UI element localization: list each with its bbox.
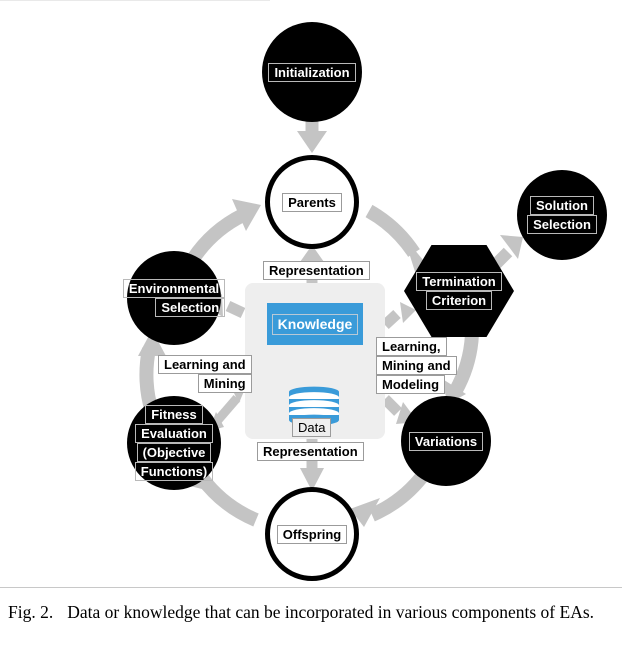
parents-label: Parents [282,192,342,212]
solution-selection-line-1: Solution [529,196,594,215]
label-learning-mining-modeling: Learning, Mining and Modeling [376,337,457,394]
learning-mining-modeling-line-3: Modeling [376,375,446,394]
node-offspring[interactable]: Offspring [265,487,359,581]
caption-label: Fig. 2. [8,602,54,622]
node-environmental-selection[interactable]: Environmental Selection [122,251,226,345]
data-label-wrap: Data [292,418,332,437]
fitness-evaluation-line-2: Evaluation [135,424,213,443]
data-label: Data [292,418,332,437]
environmental-selection-line-1: Environmental [122,279,226,298]
caption-text: Data or knowledge that can be incorporat… [67,602,595,622]
solution-selection-label: Solution Selection [527,196,597,234]
variations-label: Variations [408,431,484,451]
representation-bottom-text: Representation [257,442,364,461]
termination-criterion-line-2: Criterion [425,291,493,310]
figure-caption: Fig. 2. Data or knowledge that can be inc… [0,587,622,661]
initialization-label: Initialization [268,62,356,82]
learning-and-mining-line-1: Learning and [158,355,252,374]
arrow-environmental-to-parents [187,199,261,264]
environmental-selection-label: Environmental Selection [122,279,226,317]
learning-mining-modeling-line-1: Learning, [376,337,447,356]
knowledge-label: Knowledge [271,313,359,335]
fitness-evaluation-line-3: (Objective [136,443,212,462]
node-variations[interactable]: Variations [401,396,491,486]
node-solution-selection[interactable]: Solution Selection [517,170,607,260]
node-parents[interactable]: Parents [265,155,359,249]
figure-diagram: Knowledge Data Initialization Parents En… [0,0,622,585]
label-representation-bottom: Representation [257,442,364,461]
fitness-evaluation-label: Fitness Evaluation (Objective Functions) [134,405,214,481]
termination-criterion-label: Termination Criterion [416,272,502,310]
termination-criterion-line-1: Termination [416,272,502,291]
arrow-center-to-termination [381,302,416,330]
arrow-variations-to-offspring [350,469,430,527]
solution-selection-line-2: Selection [527,215,597,234]
learning-mining-modeling-line-2: Mining and [376,356,457,375]
environmental-selection-line-2: Selection [155,298,226,317]
label-learning-and-mining: Learning and Mining [158,355,252,393]
node-fitness-evaluation[interactable]: Fitness Evaluation (Objective Functions) [127,396,221,490]
fitness-evaluation-line-4: Functions) [134,462,214,481]
label-representation-top: Representation [263,261,370,280]
node-initialization[interactable]: Initialization [262,22,362,122]
learning-and-mining-line-2: Mining [197,374,252,393]
fitness-evaluation-line-1: Fitness [145,405,203,424]
knowledge-box[interactable]: Knowledge [267,303,363,345]
offspring-label: Offspring [276,524,348,544]
representation-top-text: Representation [263,261,370,280]
